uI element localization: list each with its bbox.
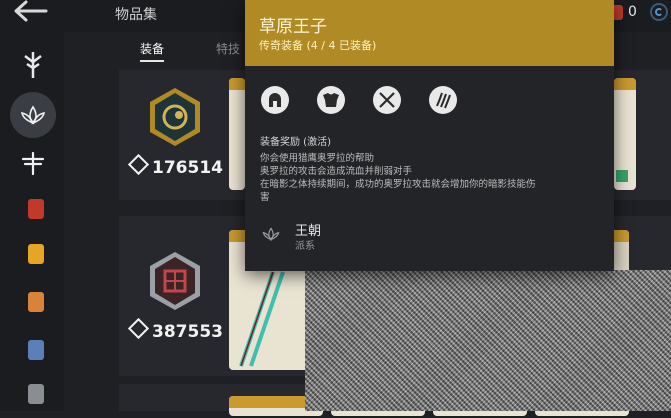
item-card[interactable] <box>229 78 245 190</box>
sword-emblem-icon <box>24 52 42 78</box>
gem-icon <box>127 317 150 340</box>
yellow-cards-icon <box>28 244 44 264</box>
collection-emblem-icon <box>147 250 203 312</box>
crossed-swords-icon <box>373 86 401 114</box>
sidebar-item-orange-cards[interactable] <box>10 280 56 326</box>
sidebar-item-dragonfly[interactable] <box>10 140 56 186</box>
dragonfly-icon <box>21 151 45 176</box>
sidebar-item-red-cards[interactable] <box>10 187 56 233</box>
collection-score: 387553 <box>127 317 223 342</box>
blue-cards-icon <box>28 340 44 360</box>
gem-icon <box>127 153 150 176</box>
sidebar-item-sword[interactable] <box>10 42 56 88</box>
sidebar-item-yellow-cards[interactable] <box>10 232 56 278</box>
item-card[interactable] <box>614 78 636 190</box>
active-tab-indicator <box>140 60 164 62</box>
bonus-line: 害 <box>260 192 270 203</box>
helmet-icon <box>261 86 289 114</box>
set-tooltip: 草原王子 传奇装备 (4 / 4 已装备) 装备奖励 (激活) 你会使用猎鹰奥罗… <box>245 0 614 271</box>
red-cards-icon <box>28 199 44 219</box>
collection-score: 176514 <box>127 153 223 178</box>
tooltip-subtitle: 传奇装备 (4 / 4 已装备) <box>259 39 377 52</box>
lotus-icon <box>262 226 280 244</box>
bonus-line: 在暗影之体持续期间，成功的奥罗拉攻击就会增加你的暗影技能伤 <box>260 179 536 190</box>
currency-value: 0 <box>628 4 637 20</box>
bonus-line: 奥罗拉的攻击会造成流血并削弱对手 <box>260 166 413 177</box>
bonus-line: 你会使用猎鹰奥罗拉的帮助 <box>260 153 375 164</box>
gray-cards-icon <box>28 384 44 404</box>
lotus-icon <box>20 105 46 125</box>
score-value: 176514 <box>152 158 223 178</box>
collection-emblem-icon <box>147 86 203 148</box>
claws-icon <box>429 86 457 114</box>
sidebar <box>0 32 64 411</box>
orange-cards-icon <box>28 292 44 312</box>
score-value: 387553 <box>152 322 223 342</box>
faction-label: 派系 <box>295 241 315 252</box>
swirl-icon[interactable] <box>650 3 668 21</box>
tab-skills[interactable]: 特技 <box>216 40 240 57</box>
bonus-title: 装备奖励 (激活) <box>260 137 331 148</box>
armor-icon <box>317 86 345 114</box>
sidebar-item-blue-cards[interactable] <box>10 328 56 374</box>
tooltip-title: 草原王子 <box>259 17 327 37</box>
sidebar-item-lotus[interactable] <box>10 92 56 138</box>
back-arrow-icon[interactable] <box>14 0 50 28</box>
tab-equipment[interactable]: 装备 <box>140 40 164 57</box>
tooltip-header: 草原王子 传奇装备 (4 / 4 已装备) <box>245 0 614 66</box>
sidebar-item-gray-cards[interactable] <box>10 372 56 418</box>
page-title: 物品集 <box>115 7 157 23</box>
obscured-region <box>305 270 671 411</box>
